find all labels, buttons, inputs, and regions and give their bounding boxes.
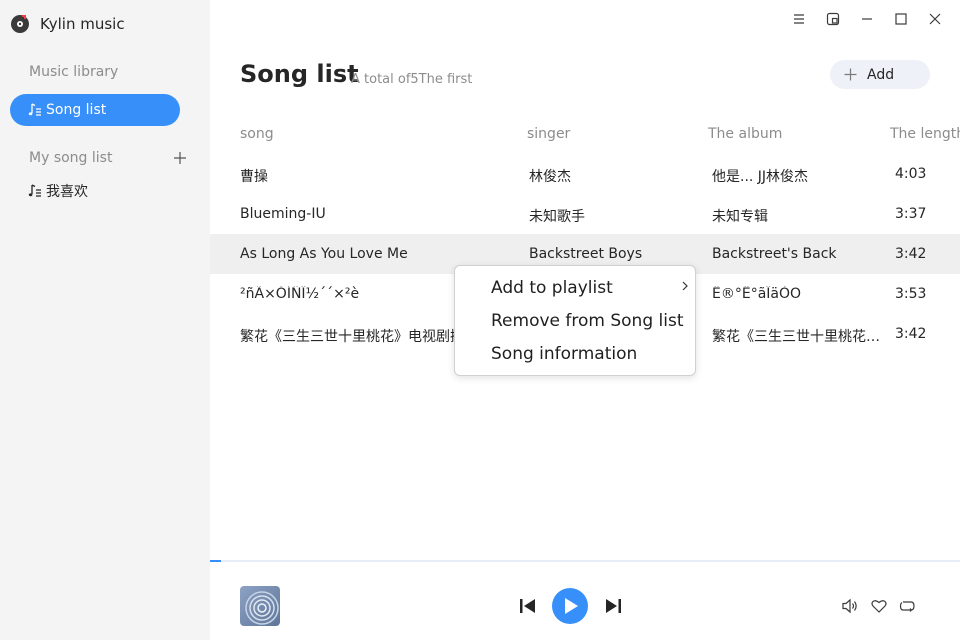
add-playlist-icon[interactable] [173,151,187,165]
play-icon[interactable] [551,587,589,625]
song-title: 曹操 [240,169,268,185]
column-header-album[interactable]: The album [708,126,782,142]
close-icon [929,13,941,25]
song-album: 他是... JJ林俊杰 [712,169,809,185]
menu-item-add-to-playlist[interactable]: Add to playlist [491,278,613,298]
song-count-subtitle: A total of5The first [351,72,473,87]
menu-button[interactable] [782,10,816,28]
chevron-right-icon [682,281,688,291]
mini-mode-icon [826,12,840,26]
progress-fill [210,560,222,562]
song-album: Ê®°Ë°ãÎäÒÕ [712,286,802,302]
song-album: 未知专辑 [712,209,768,225]
sidebar-item-favorites[interactable]: 我喜欢 [10,175,180,207]
page-title: Song list [240,60,359,88]
sidebar-item-label: Song list [46,102,107,118]
loop-icon[interactable] [899,599,916,613]
table-row[interactable]: 曹操 林俊杰 他是... JJ林俊杰 4:03 [210,154,960,194]
column-header-length[interactable]: The length [890,126,960,142]
song-album: Backstreet's Back [712,246,837,262]
app-title: Kylin music [10,12,125,36]
music-list-icon [28,184,41,197]
mini-mode-button[interactable] [816,10,850,28]
add-button-label: Add [867,66,895,83]
context-menu: Add to playlist Remove from Song list So… [454,265,696,376]
song-title: 繁花《三生三世十里桃花》电视剧插曲 [240,329,465,345]
song-singer: 未知歌手 [529,209,585,225]
song-singer: 林俊杰 [529,169,571,185]
song-length: 3:53 [895,286,927,302]
music-list-icon [28,103,41,116]
menu-icon [794,14,804,24]
sidebar-item-label: 我喜欢 [46,184,88,200]
menu-item-remove-from-song-list[interactable]: Remove from Song list [491,311,684,331]
sidebar: Kylin music Music library Song list My s… [0,0,210,640]
next-icon[interactable] [604,597,622,615]
plus-icon [844,68,857,81]
minimize-button[interactable] [850,10,884,28]
add-button[interactable]: Add [830,60,930,89]
heart-icon[interactable] [871,599,887,613]
minimize-icon [862,18,872,20]
song-length: 3:42 [895,326,927,342]
song-title: Blueming-IU [240,206,326,222]
column-header-song[interactable]: song [240,126,274,142]
progress-bar[interactable] [210,560,960,562]
window-controls [782,10,952,28]
song-length: 3:42 [895,246,927,262]
song-album: 繁花《三生三世十里桃花》电视剧插曲 [712,329,882,345]
my-song-list-label: My song list [29,150,113,166]
sidebar-item-song-list[interactable]: Song list [10,94,180,126]
album-cover[interactable] [240,586,280,626]
table-row[interactable]: Blueming-IU 未知歌手 未知专辑 3:37 [210,194,960,234]
volume-icon[interactable] [842,598,859,614]
maximize-icon [895,13,907,25]
song-length: 3:37 [895,206,927,222]
maximize-button[interactable] [884,10,918,28]
menu-item-song-information[interactable]: Song information [491,344,637,364]
column-header-singer[interactable]: singer [527,126,570,142]
song-title: As Long As You Love Me [240,246,408,262]
song-singer: Backstreet Boys [529,246,643,262]
app-name: Kylin music [40,15,125,33]
previous-icon[interactable] [519,597,537,615]
album-cover-image [240,586,280,626]
music-library-label: Music library [29,64,119,80]
close-button[interactable] [918,10,952,28]
song-length: 4:03 [895,166,927,182]
app-logo-icon [11,15,29,33]
